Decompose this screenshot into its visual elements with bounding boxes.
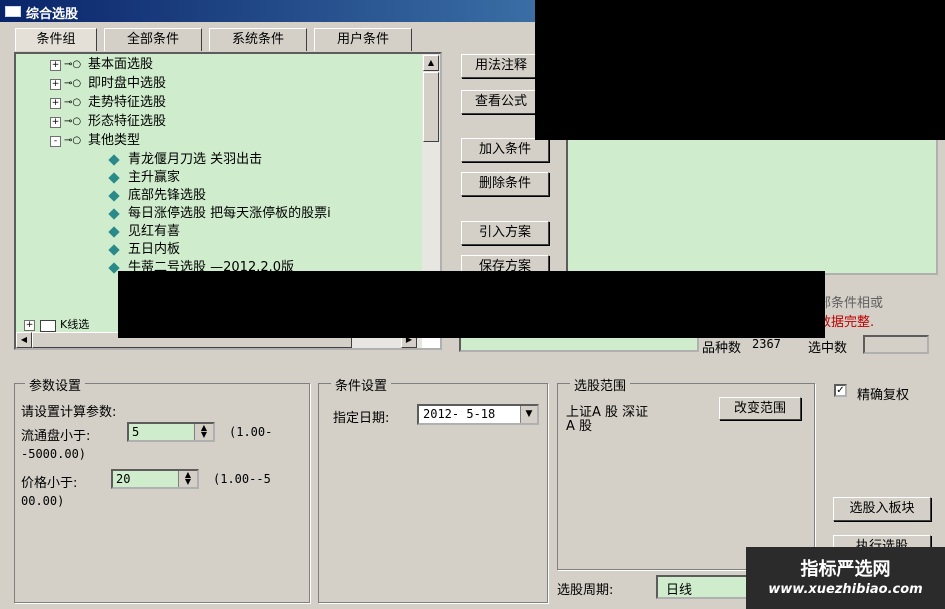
key-icon: ⊸○ (64, 59, 82, 70)
watermark-url: www.xuezhibiao.com (768, 582, 923, 597)
date-label: 指定日期: (333, 411, 390, 426)
view-formula-button[interactable]: 查看公式 (461, 90, 541, 114)
tree-group-label: 基本面选股 (88, 57, 154, 72)
count-label: 品种数 (702, 341, 742, 356)
watermark-title: 指标严选网 (800, 559, 891, 580)
usage-notes-button[interactable]: 用法注释 (461, 54, 541, 78)
price-cap-input[interactable] (113, 471, 179, 487)
tab-system-conditions[interactable]: 系统条件 (209, 28, 307, 51)
formula-icon (108, 244, 120, 256)
tab-all-conditions[interactable]: 全部条件 (104, 28, 202, 51)
period-label: 选股周期: (557, 583, 614, 598)
key-icon: ⊸○ (64, 116, 82, 127)
expand-icon[interactable]: + (50, 117, 61, 128)
tab-user-conditions[interactable]: 用户条件 (314, 28, 412, 51)
condition-list[interactable] (566, 130, 938, 275)
formula-icon (108, 190, 120, 202)
to-block-button[interactable]: 选股入板块 (833, 497, 931, 521)
scroll-thumb[interactable] (423, 72, 439, 142)
redaction-block (535, 0, 945, 140)
key-icon: ⊸○ (64, 135, 82, 146)
formula-icon (108, 172, 120, 184)
period-value: 日线 (666, 583, 693, 598)
tree-group-label: 即时盘中选股 (88, 76, 167, 91)
exact-adjust-checkbox[interactable]: ✓ (834, 384, 847, 397)
param-prompt: 请设置计算参数: (21, 405, 117, 420)
tab-condition-group[interactable]: 条件组 (15, 28, 97, 51)
formula-icon (108, 226, 120, 238)
tree-group-label: 其他类型 (88, 133, 141, 148)
collapse-icon[interactable]: - (50, 136, 61, 147)
float-cap-input[interactable] (129, 424, 195, 440)
tree-group-label: 形态特征选股 (88, 114, 167, 129)
add-condition-button[interactable]: 加入条件 (461, 138, 549, 162)
scroll-left-icon[interactable]: ◀ (16, 332, 32, 348)
formula-icon (108, 154, 120, 166)
spin-arrows-icon[interactable]: ▲ ▼ (178, 471, 197, 487)
float-cap-label: 流通盘小于: (21, 429, 91, 444)
date-value: 2012- 5-18 (423, 407, 496, 421)
price-range-text-2: 00.00) (21, 494, 65, 508)
key-icon: ⊸○ (64, 78, 82, 89)
period-select[interactable]: 日线 (656, 575, 748, 599)
date-picker[interactable]: 2012- 5-18 ▼ (417, 404, 539, 425)
group-title: 条件设置 (331, 375, 392, 394)
selected-count-label: 选中数 (808, 341, 848, 356)
count-value: 2367 (752, 337, 781, 351)
title-bar: 综合选股 (0, 0, 535, 22)
dropdown-arrow-icon[interactable]: ▼ (520, 406, 537, 423)
window-title: 综合选股 (26, 7, 79, 22)
delete-condition-button[interactable]: 删除条件 (461, 172, 549, 196)
data-status-text: 数据完整. (818, 315, 875, 330)
key-icon: ⊸○ (64, 97, 82, 108)
folder-icon (40, 320, 56, 332)
redaction-block (118, 271, 825, 338)
group-title: 参数设置 (25, 375, 86, 394)
expand-icon[interactable]: + (50, 60, 61, 71)
price-cap-stepper[interactable]: ▲▼ (111, 469, 199, 489)
import-scheme-button[interactable]: 引入方案 (461, 221, 549, 245)
price-range-text: (1.00--5 (213, 472, 271, 486)
expand-icon[interactable]: + (24, 320, 35, 331)
spin-arrows-icon[interactable]: ▲ ▼ (194, 424, 213, 440)
watermark: 指标严选网 www.xuezhibiao.com (746, 547, 945, 609)
hint-text: 部条件相或 (818, 296, 884, 311)
price-cap-label: 价格小于: (21, 476, 78, 491)
float-cap-stepper[interactable]: ▲▼ (127, 422, 215, 442)
float-range-text-2: -5000.00) (21, 447, 87, 461)
expand-icon[interactable]: + (50, 98, 61, 109)
float-range-text: (1.00- (229, 425, 273, 439)
scroll-up-icon[interactable]: ▲ (423, 55, 439, 71)
group-title: 选股范围 (570, 375, 631, 394)
change-scope-button[interactable]: 改变范围 (719, 397, 801, 420)
scope-markets-text-2: A 股 (566, 419, 593, 434)
selected-count-field (863, 335, 929, 354)
tree-group-label: 走势特征选股 (88, 95, 167, 110)
formula-icon (108, 208, 120, 220)
expand-icon[interactable]: + (50, 79, 61, 90)
window-icon (5, 6, 21, 17)
exact-adjust-label: 精确复权 (857, 388, 910, 403)
